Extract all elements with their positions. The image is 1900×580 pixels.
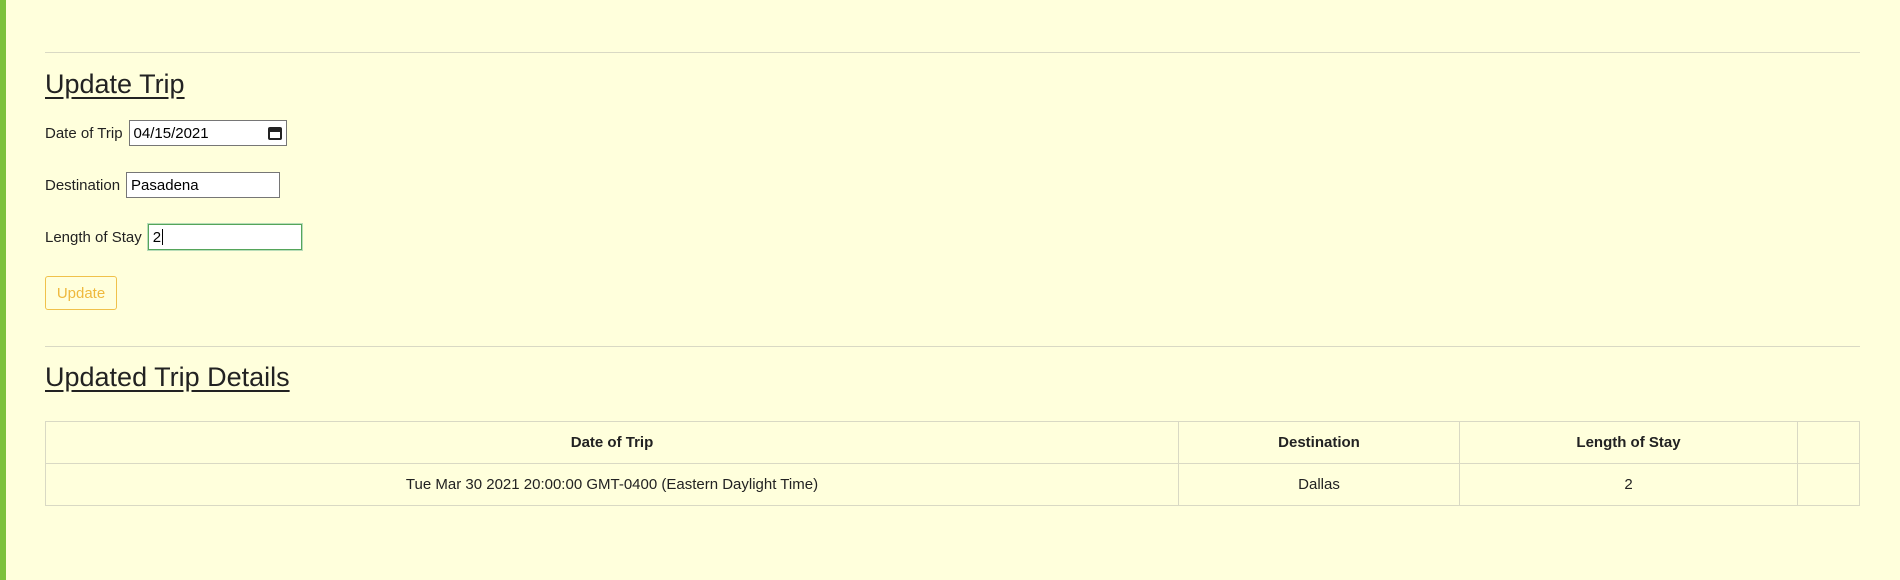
date-value: 04/15/2021 — [133, 124, 209, 142]
calendar-icon[interactable] — [267, 126, 282, 140]
length-value: 2 — [152, 228, 162, 246]
destination-input[interactable]: Pasadena — [126, 172, 281, 198]
column-header-date: Date of Trip — [45, 421, 1179, 464]
update-button[interactable]: Update — [45, 276, 117, 310]
length-row: Length of Stay 2 — [45, 224, 1860, 250]
date-row: Date of Trip 04/15/2021 — [45, 120, 1860, 146]
section-divider — [45, 346, 1860, 347]
destination-value: Pasadena — [131, 176, 199, 194]
destination-row: Destination Pasadena — [45, 172, 1860, 198]
text-caret — [162, 229, 164, 245]
date-label: Date of Trip — [45, 124, 123, 142]
destination-label: Destination — [45, 176, 121, 194]
left-accent-bar — [0, 0, 6, 580]
date-input[interactable]: 04/15/2021 — [128, 120, 287, 146]
column-header-length: Length of Stay — [1459, 421, 1798, 464]
cell-date: Tue Mar 30 2021 20:00:00 GMT-0400 (Easte… — [45, 463, 1179, 506]
length-of-stay-input[interactable]: 2 — [147, 224, 302, 250]
column-header-destination: Destination — [1178, 421, 1460, 464]
cell-length: 2 — [1459, 463, 1798, 506]
updated-trip-details-heading: Updated Trip Details — [45, 362, 290, 392]
length-label: Length of Stay — [45, 228, 142, 246]
trip-details-table: Date of Trip Destination Length of Stay … — [45, 421, 1860, 506]
table-header-row: Date of Trip Destination Length of Stay — [45, 421, 1860, 464]
table-row: Tue Mar 30 2021 20:00:00 GMT-0400 (Easte… — [45, 463, 1860, 506]
cell-empty — [1797, 463, 1860, 506]
main-content: Update Trip Date of Trip 04/15/2021 Dest… — [45, 0, 1860, 506]
top-divider — [45, 52, 1860, 53]
update-trip-heading: Update Trip — [45, 69, 185, 99]
column-header-empty — [1797, 421, 1860, 464]
cell-destination: Dallas — [1178, 463, 1460, 506]
